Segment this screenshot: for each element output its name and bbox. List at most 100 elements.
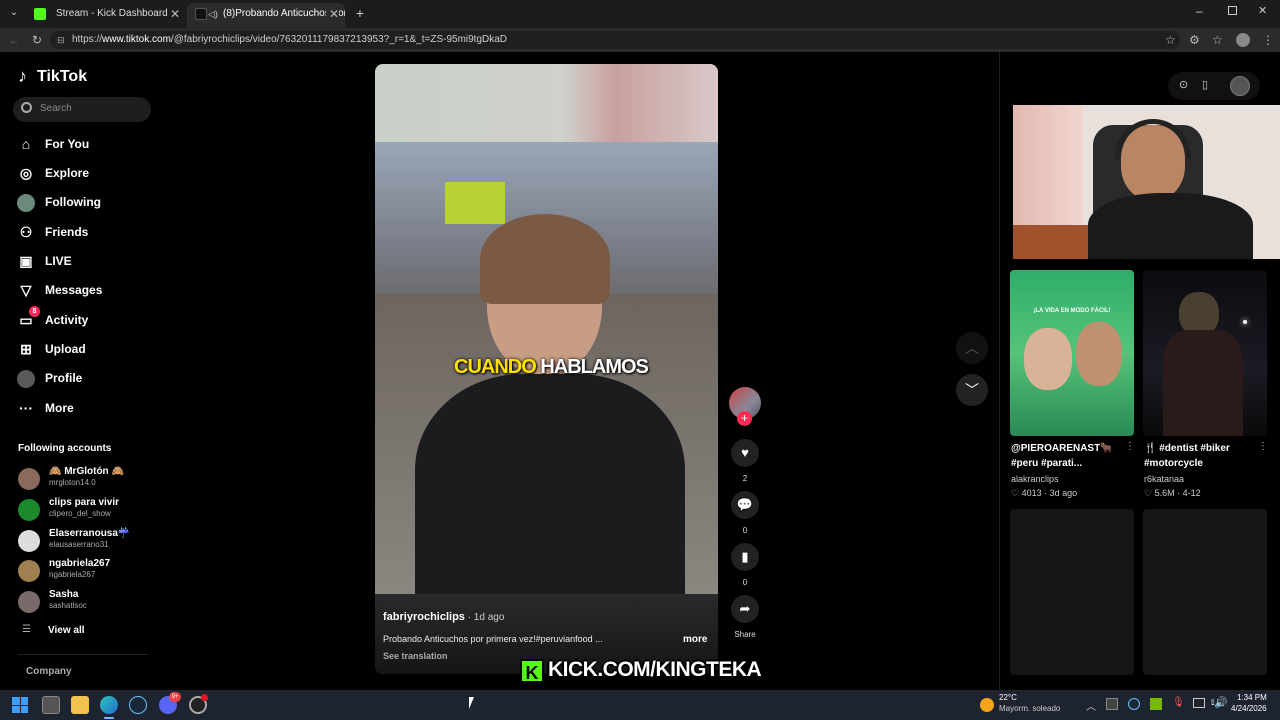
- windows-start-icon[interactable]: [12, 697, 28, 713]
- video-player[interactable]: CUANDO HABLAMOS fabriyrochiclips · 1d ag…: [375, 64, 718, 674]
- windows-taskbar: 9+ 22°C Mayorm. soleado ︿ 🎙 ⧈ 🔊 1:34 PM …: [0, 690, 1280, 720]
- tray-overflow-icon[interactable]: ︿: [1086, 698, 1096, 713]
- like-button[interactable]: ♥: [731, 439, 759, 467]
- nav-live[interactable]: ▣ LIVE: [16, 249, 71, 273]
- weather-temp[interactable]: 22°C: [999, 693, 1017, 702]
- following-accounts-header: Following accounts: [18, 443, 112, 454]
- person-hair: [480, 214, 610, 304]
- previous-video-button[interactable]: ︿: [956, 332, 988, 364]
- recommended-video-title[interactable]: 🍴 #dentist #biker #motorcycle: [1144, 441, 1268, 471]
- recommended-video-title[interactable]: @PIEROARENAST🐂 #peru #parati...: [1011, 441, 1135, 471]
- address-bar[interactable]: ⊟ https://www.tiktok.com/@fabriyrochicli…: [50, 31, 1180, 49]
- edge-browser-icon[interactable]: [100, 696, 118, 714]
- extension-icon[interactable]: ⚙: [1189, 28, 1200, 52]
- profile-icon: [16, 368, 36, 389]
- url-path: /@fabriyrochiclips/video/763201117983721…: [170, 34, 508, 45]
- display-icon[interactable]: [1193, 698, 1205, 708]
- new-tab-button[interactable]: +: [352, 4, 368, 22]
- url-prefix: https://: [72, 34, 103, 45]
- nav-following[interactable]: Following: [16, 190, 101, 214]
- device-icon[interactable]: ▯: [1202, 78, 1208, 91]
- user-avatar[interactable]: [1230, 76, 1250, 96]
- next-video-button[interactable]: ﹀: [956, 374, 988, 406]
- search-icon: [21, 102, 32, 113]
- tray-nvidia-icon[interactable]: [1150, 698, 1162, 710]
- comment-button[interactable]: 💬: [731, 491, 759, 519]
- follow-plus-icon[interactable]: +: [737, 411, 752, 426]
- tab-kick-dashboard[interactable]: Stream - Kick Dashboard ✕: [26, 3, 186, 28]
- nav-activity[interactable]: ▭ 8 Activity: [16, 306, 88, 332]
- task-view-icon[interactable]: [42, 696, 60, 714]
- tab-tiktok-video[interactable]: ◁) (8)Probando Anticuchos por p ✕: [187, 3, 345, 28]
- clock-date[interactable]: 4/24/2026: [1231, 704, 1267, 713]
- minimize-window-icon[interactable]: –: [1196, 4, 1203, 18]
- company-link[interactable]: Company: [26, 666, 72, 677]
- recommended-video-user[interactable]: alakranclips: [1011, 474, 1059, 484]
- app-icon[interactable]: [189, 694, 208, 714]
- microphone-icon[interactable]: 🎙: [1172, 697, 1185, 708]
- comment-count: 0: [742, 526, 748, 535]
- nav-for-you[interactable]: ⌂ For You: [16, 132, 89, 156]
- close-tab-icon[interactable]: ✕: [170, 3, 180, 25]
- avatar: [18, 591, 40, 613]
- weather-desc: Mayorm. soleado: [999, 704, 1061, 713]
- tray-app-icon[interactable]: [1106, 698, 1118, 710]
- tab-list-button[interactable]: ⌄: [6, 5, 22, 21]
- nav-friends[interactable]: ⚇ Friends: [16, 220, 89, 244]
- nav-more[interactable]: ··· More: [16, 396, 74, 420]
- recommended-video-placeholder[interactable]: [1143, 509, 1267, 675]
- share-button[interactable]: ➦: [731, 595, 759, 623]
- nav-messages[interactable]: ▽ Messages: [16, 278, 103, 302]
- see-translation-link[interactable]: See translation: [383, 651, 448, 661]
- webcam-person-body: [1088, 193, 1253, 259]
- share-label: Share: [734, 630, 756, 639]
- home-icon: ⌂: [21, 136, 31, 152]
- coins-icon[interactable]: ⊙: [1179, 78, 1188, 91]
- back-icon[interactable]: ←: [8, 28, 20, 52]
- nav-profile[interactable]: Profile: [16, 366, 82, 390]
- file-explorer-icon[interactable]: [71, 696, 89, 714]
- favorites-icon[interactable]: ☆: [1212, 28, 1223, 52]
- menu-dots-icon[interactable]: ⋮: [1262, 28, 1274, 52]
- nav-explore[interactable]: ◎ Explore: [16, 161, 89, 185]
- tray-steam-icon[interactable]: [1128, 698, 1140, 710]
- weather-icon[interactable]: [980, 698, 994, 712]
- bookmark-star-icon[interactable]: ☆: [1165, 28, 1176, 52]
- profile-avatar[interactable]: [1236, 33, 1250, 47]
- tiktok-wordmark: TikTok: [37, 68, 88, 85]
- video-description: Probando Anticuchos por primera vez!#per…: [383, 634, 603, 644]
- close-window-icon[interactable]: ✕: [1258, 4, 1267, 17]
- bookmark-button[interactable]: ▮: [731, 543, 759, 571]
- recommended-video-user[interactable]: r6katanaa: [1144, 474, 1184, 484]
- thumbnail-face-left: [1024, 328, 1072, 390]
- recommended-video-thumbnail[interactable]: [1143, 270, 1267, 436]
- heart-icon: ♡: [1144, 488, 1153, 498]
- reload-icon[interactable]: ↻: [32, 28, 42, 52]
- recommended-video-placeholder[interactable]: [1010, 509, 1134, 675]
- search-input[interactable]: Search: [13, 97, 151, 122]
- search-placeholder: Search: [40, 103, 72, 114]
- compass-icon: ◎: [19, 165, 33, 181]
- discord-icon[interactable]: 9+: [159, 692, 181, 714]
- clock-time[interactable]: 1:34 PM: [1237, 693, 1267, 702]
- nav-upload[interactable]: ⊞ Upload: [16, 337, 86, 361]
- volume-icon[interactable]: 🔊: [1214, 696, 1228, 709]
- speaker-icon[interactable]: ◁): [208, 3, 218, 25]
- video-author[interactable]: fabriyrochiclips · 1d ago: [383, 611, 504, 623]
- restore-window-icon[interactable]: [1228, 6, 1237, 15]
- messages-icon: ▽: [20, 282, 32, 298]
- person-body: [415, 374, 685, 614]
- site-info-icon[interactable]: ⊟: [57, 31, 65, 49]
- tiktok-note-icon: ♪: [18, 66, 27, 86]
- list-icon: ☰: [22, 624, 31, 635]
- video-options-icon[interactable]: ⋮: [1125, 441, 1135, 452]
- video-options-icon[interactable]: ⋮: [1258, 441, 1268, 452]
- more-button[interactable]: more: [683, 634, 707, 645]
- steam-icon[interactable]: [129, 696, 147, 714]
- upload-icon: ⊞: [20, 341, 32, 357]
- recommended-video-thumbnail[interactable]: ¡LA VIDA EN MODO FÁCIL!: [1010, 270, 1134, 436]
- webcam-overlay: [1013, 105, 1280, 259]
- mouse-cursor-icon: [469, 697, 474, 709]
- close-tab-icon[interactable]: ✕: [325, 3, 339, 25]
- top-right-toolbar: ⊙ ▯: [1168, 72, 1260, 100]
